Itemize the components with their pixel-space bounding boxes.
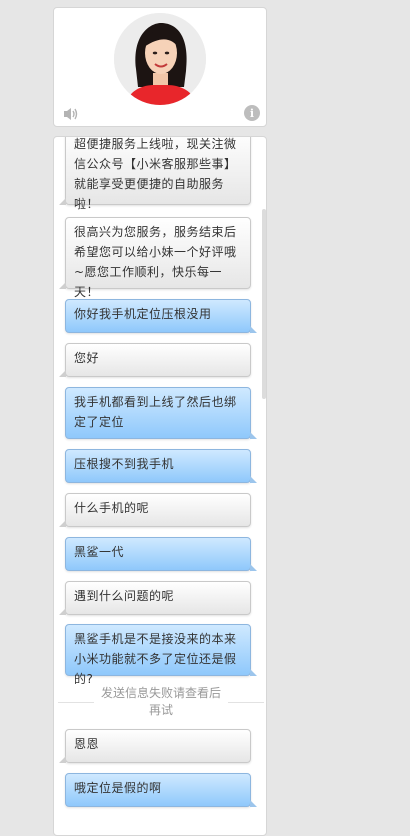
agent-header-card: i xyxy=(53,7,267,127)
speaker-icon[interactable] xyxy=(62,105,80,123)
agent-message: 您好 xyxy=(59,343,251,377)
divider xyxy=(58,701,94,703)
send-failed-text: 发送信息失败请查看后再试 xyxy=(100,686,221,717)
agent-message: 遇到什么问题的呢 xyxy=(59,581,251,615)
agent-message: 什么手机的呢 xyxy=(59,493,251,527)
user-message: 压根搜不到我手机 xyxy=(65,449,257,483)
info-icon[interactable]: i xyxy=(244,105,260,121)
agent-message: 恩恩 xyxy=(59,729,251,763)
avatar xyxy=(114,13,206,105)
user-message: 黑鲨一代 xyxy=(65,537,257,571)
user-message: 哦定位是假的啊 xyxy=(65,773,257,807)
user-message: 黑鲨手机是不是接没来的本来小米功能就不多了定位还是假的? xyxy=(65,624,257,686)
user-message: 你好我手机定位压根没用 xyxy=(65,299,257,333)
divider xyxy=(228,701,264,703)
chat-message-list[interactable]: 超便捷服务上线啦，现关注微信公众号【小米客服那些事】就能享受更便捷的自助服务啦！… xyxy=(53,136,267,836)
agent-message: 超便捷服务上线啦，现关注微信公众号【小米客服那些事】就能享受更便捷的自助服务啦！ xyxy=(59,137,251,211)
user-message: 我手机都看到上线了然后也绑定了定位 xyxy=(65,387,257,439)
agent-message: 很高兴为您服务，服务结束后希望您可以给小妹一个好评哦~愿您工作顺利，快乐每一天！ xyxy=(59,217,251,299)
chat-scrollbar[interactable] xyxy=(262,209,266,399)
send-failed-notice: 发送信息失败请查看后再试 xyxy=(54,685,266,719)
